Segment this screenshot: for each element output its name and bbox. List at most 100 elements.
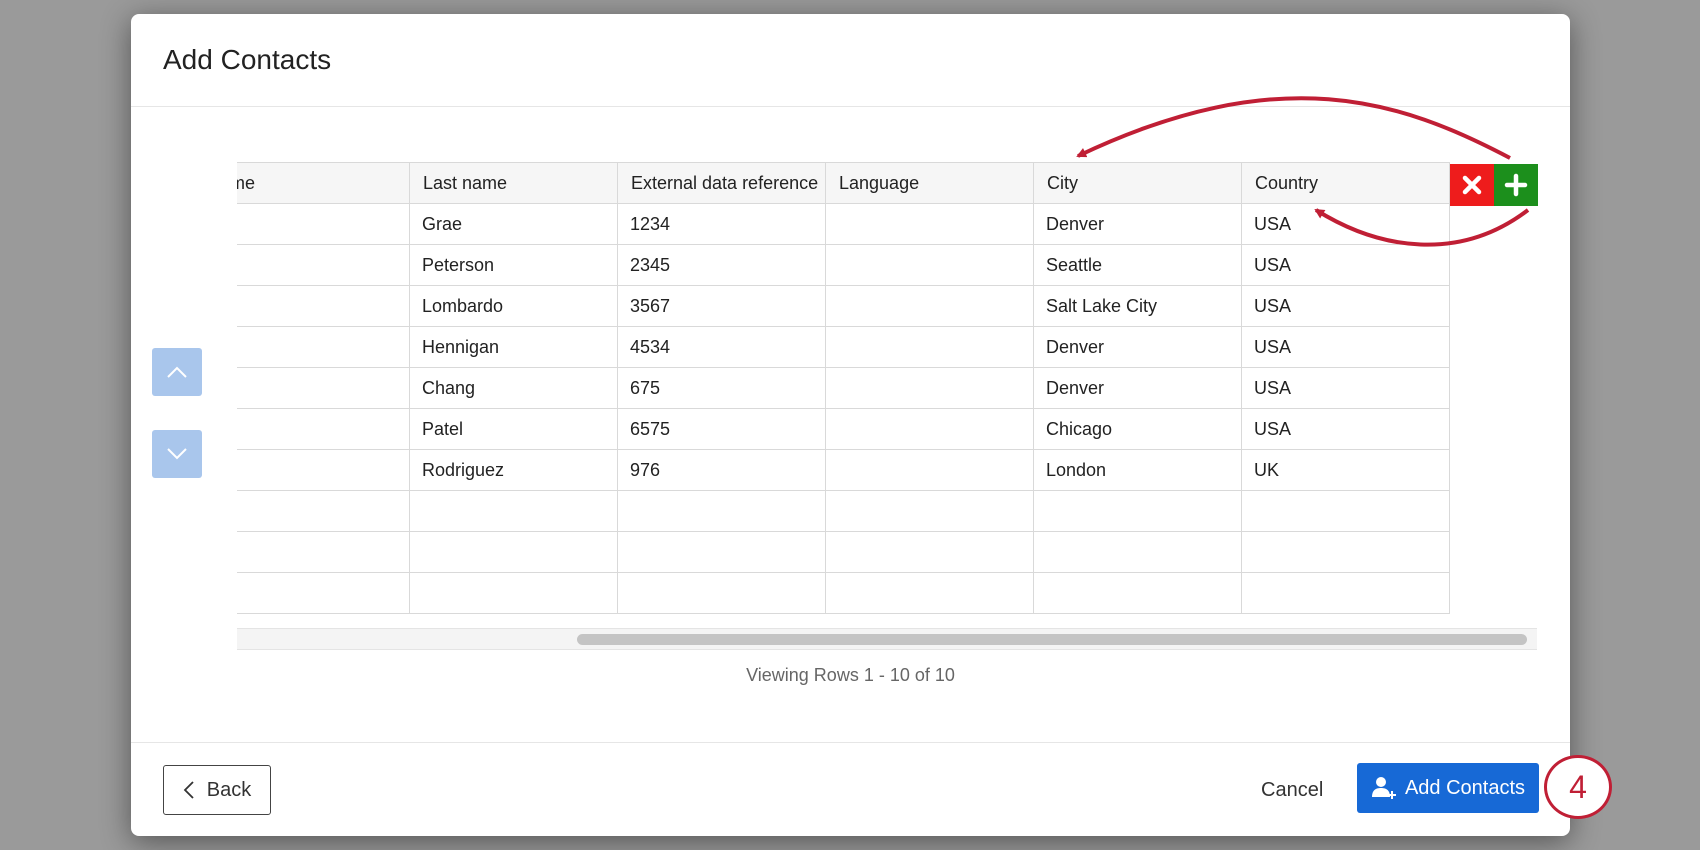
table-row [237, 532, 1450, 573]
table-cell[interactable]: in [237, 286, 410, 327]
table-cell[interactable]: Salt Lake City [1034, 286, 1242, 327]
table-cell[interactable]: London [1034, 450, 1242, 491]
x-icon [1461, 174, 1483, 196]
table-cell[interactable] [1034, 532, 1242, 573]
table-row: vrang Patel 6575 Chicago USA [237, 409, 1450, 450]
modal-footer: Back Cancel Add Contacts [131, 742, 1570, 836]
table-cell[interactable] [826, 327, 1034, 368]
table-cell[interactable]: Lombardo [410, 286, 618, 327]
column-actions [1450, 164, 1538, 206]
column-header-country[interactable]: Country [1242, 163, 1450, 204]
table-cell[interactable]: 2345 [618, 245, 826, 286]
table-cell[interactable] [410, 573, 618, 614]
table-cell[interactable]: Peterson [410, 245, 618, 286]
table-row: anie Chang 675 Denver USA [237, 368, 1450, 409]
add-contacts-modal: Add Contacts st name Last name External … [131, 14, 1570, 836]
table-cell[interactable]: 675 [618, 368, 826, 409]
scroll-rows-up-button[interactable] [152, 348, 202, 396]
table-row [237, 491, 1450, 532]
step-number-badge: 4 [1544, 755, 1612, 819]
table-row: ris Grae 1234 Denver USA [237, 204, 1450, 245]
table-cell[interactable] [618, 491, 826, 532]
table-cell[interactable] [618, 532, 826, 573]
chevron-up-icon [166, 365, 188, 379]
add-contacts-button[interactable]: Add Contacts [1357, 763, 1539, 813]
table-cell[interactable] [1034, 573, 1242, 614]
back-button-label: Back [207, 779, 251, 802]
table-cell[interactable] [1034, 491, 1242, 532]
table-cell[interactable]: Hennigan [410, 327, 618, 368]
table-cell[interactable]: Seattle [1034, 245, 1242, 286]
table-cell[interactable]: USA [1242, 286, 1450, 327]
table-cell[interactable]: USA [1242, 409, 1450, 450]
table-cell[interactable]: ris [237, 204, 410, 245]
table-cell[interactable]: Chang [410, 368, 618, 409]
table-cell[interactable] [1242, 573, 1450, 614]
table-row [237, 573, 1450, 614]
column-header-external-data-reference[interactable]: External data reference [618, 163, 826, 204]
table-cell[interactable]: Patel [410, 409, 618, 450]
column-header-last-name[interactable]: Last name [410, 163, 618, 204]
table-cell[interactable]: Grae [410, 204, 618, 245]
table-cell[interactable]: Rodriguez [410, 450, 618, 491]
table-cell[interactable] [1242, 491, 1450, 532]
table-cell[interactable]: 6575 [618, 409, 826, 450]
table-cell[interactable]: vrang [237, 409, 410, 450]
modal-header: Add Contacts [131, 14, 1570, 107]
table-cell[interactable] [410, 491, 618, 532]
table-cell[interactable]: 976 [618, 450, 826, 491]
add-contacts-button-label: Add Contacts [1405, 777, 1525, 800]
scrollbar-thumb[interactable] [577, 634, 1527, 645]
table-cell[interactable]: in [237, 245, 410, 286]
table-row: in Peterson 2345 Seattle USA [237, 245, 1450, 286]
back-button[interactable]: Back [163, 765, 271, 815]
table-cell[interactable]: Denver [1034, 204, 1242, 245]
table-cell[interactable]: Chicago [1034, 409, 1242, 450]
horizontal-scrollbar[interactable] [237, 628, 1537, 650]
table-row: in Lombardo 3567 Salt Lake City USA [237, 286, 1450, 327]
column-header-first-name[interactable]: st name [237, 163, 410, 204]
column-header-language[interactable]: Language [826, 163, 1034, 204]
cancel-button[interactable]: Cancel [1261, 765, 1323, 815]
table-cell[interactable]: n [237, 327, 410, 368]
table-cell[interactable] [826, 204, 1034, 245]
table-cell[interactable] [826, 450, 1034, 491]
table-cell[interactable] [1242, 532, 1450, 573]
table-cell[interactable] [618, 573, 826, 614]
table-cell[interactable]: ás [237, 450, 410, 491]
table-cell[interactable] [826, 409, 1034, 450]
table-cell[interactable]: UK [1242, 450, 1450, 491]
table-cell[interactable] [826, 286, 1034, 327]
table-cell[interactable] [237, 491, 410, 532]
table-cell[interactable] [826, 245, 1034, 286]
remove-column-button[interactable] [1450, 164, 1494, 206]
scroll-rows-down-button[interactable] [152, 430, 202, 478]
table-cell[interactable] [410, 532, 618, 573]
table-cell[interactable]: 1234 [618, 204, 826, 245]
table-cell[interactable] [237, 573, 410, 614]
header-row: st name Last name External data referenc… [237, 163, 1450, 204]
table-cell[interactable]: Denver [1034, 327, 1242, 368]
table-cell[interactable]: 4534 [618, 327, 826, 368]
table-cell[interactable]: USA [1242, 327, 1450, 368]
table-cell[interactable]: anie [237, 368, 410, 409]
table-row: n Hennigan 4534 Denver USA [237, 327, 1450, 368]
table-cell[interactable]: USA [1242, 368, 1450, 409]
table-cell[interactable]: USA [1242, 245, 1450, 286]
table-cell[interactable] [826, 532, 1034, 573]
chevron-down-icon [166, 447, 188, 461]
chevron-left-icon [183, 780, 195, 800]
table-cell[interactable] [237, 532, 410, 573]
table-cell[interactable] [826, 491, 1034, 532]
table-cell[interactable]: 3567 [618, 286, 826, 327]
table-cell[interactable] [826, 573, 1034, 614]
viewing-rows-status: Viewing Rows 1 - 10 of 10 [131, 665, 1570, 686]
modal-title: Add Contacts [163, 44, 331, 76]
add-user-icon [1371, 775, 1397, 801]
table-cell[interactable] [826, 368, 1034, 409]
table-cell[interactable]: Denver [1034, 368, 1242, 409]
table-cell[interactable]: USA [1242, 204, 1450, 245]
contacts-grid: st name Last name External data referenc… [237, 162, 1537, 652]
column-header-city[interactable]: City [1034, 163, 1242, 204]
add-column-button[interactable] [1494, 164, 1538, 206]
